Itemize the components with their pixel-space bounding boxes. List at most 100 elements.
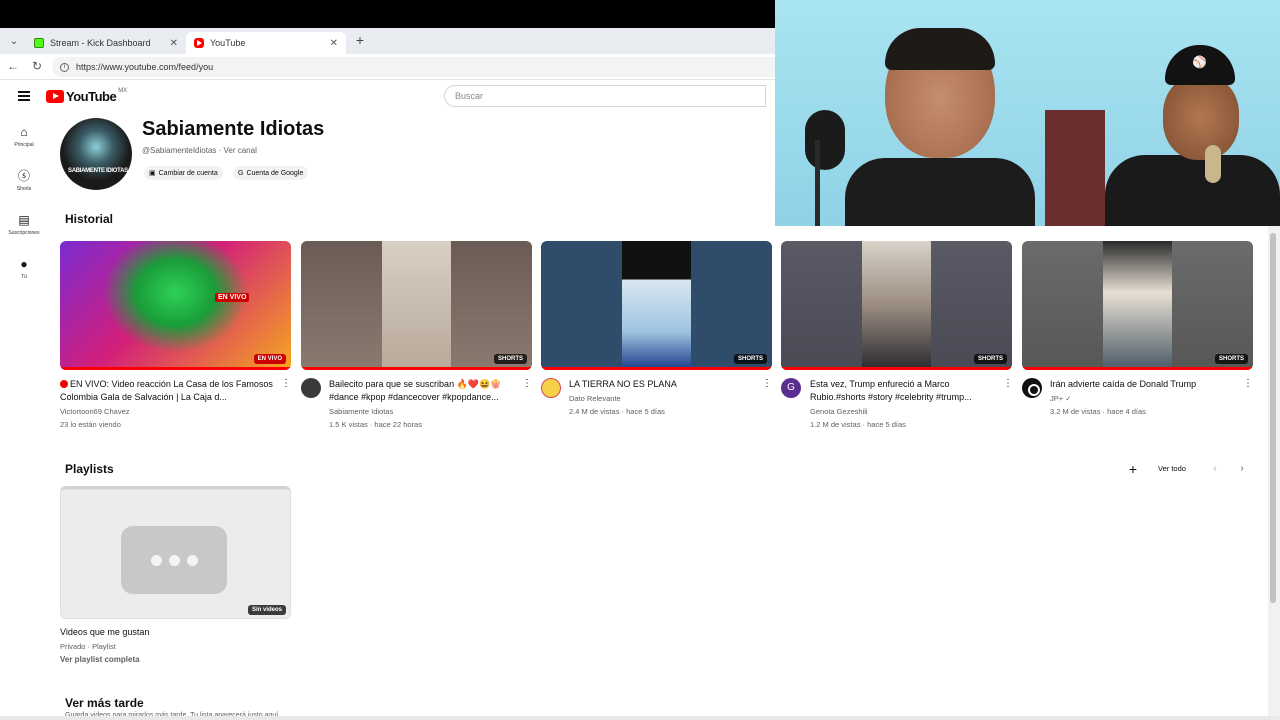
video-thumbnail[interactable]: SHORTS [301,241,532,370]
more-options-icon[interactable]: ⋮ [281,379,291,389]
video-title-link[interactable]: Irán advierte caída de Donald Trump [1050,378,1238,404]
window-titlebar [0,0,775,28]
switch-account-button[interactable]: ▣ Cambiar de cuenta [144,166,223,180]
watch-progress-bar [1022,367,1253,370]
reload-icon[interactable]: ↻ [29,59,45,73]
more-options-icon[interactable]: ⋮ [762,379,772,389]
home-icon: ⌂ [20,124,28,139]
thumbnail-image [381,241,452,370]
guide-item-subscriptions[interactable]: ▤ Suscripciones [0,202,48,246]
guide-item-shorts[interactable]: ⓢ Shorts [0,158,48,202]
video-meta: 2.4 M de vistas · hace 5 días [569,407,665,416]
watch-progress-bar [301,367,532,370]
google-account-label: Cuenta de Google [246,169,304,177]
chevron-right-icon[interactable]: › [1234,461,1250,477]
face [1163,75,1239,160]
thumbnail-image [621,241,692,370]
playlist-thumbnail[interactable]: Sin videos [60,486,291,619]
avatar-logo-text: SABIAMENTE IDIOTAS [68,168,128,174]
cap-logo-icon: ⚾ [1192,55,1207,69]
scrollbar-thumb[interactable] [1270,233,1276,603]
video-thumbnail[interactable]: SHORTS [1022,241,1253,370]
page-scrollbar[interactable] [1268,225,1280,720]
watch-progress-bar [541,367,772,370]
playlists-title[interactable]: Playlists [65,462,114,476]
switch-account-icon: ▣ [149,170,156,177]
channel-avatar[interactable] [541,378,561,398]
bottom-edge [0,716,1280,720]
view-full-playlist-link[interactable]: Ver playlist completa [60,655,140,664]
video-title-link[interactable]: Esta vez, Trump enfureció a Marco Rubio.… [810,378,998,404]
video-title-link[interactable]: EN VIVO: Video reacción La Casa de los F… [60,378,280,404]
video-channel-link[interactable]: Victortoon69 Chavez [60,405,130,418]
channel-avatar[interactable]: SABIAMENTE IDIOTAS [60,118,132,190]
google-account-button[interactable]: G Cuenta de Google [233,166,309,180]
streamer-left [845,28,1035,226]
video-channel-link[interactable]: Sabiamente Idiotas [329,405,393,418]
video-meta: 3.2 M de vistas · hace 4 días [1050,407,1146,416]
video-channel-link[interactable]: Genota Gezeshili [810,405,868,418]
live-label: EN VIVO [215,293,250,302]
watch-later-title[interactable]: Ver más tarde [65,696,144,710]
new-tab-icon[interactable]: + [352,32,368,48]
close-icon[interactable]: ✕ [330,38,338,49]
guide-item-you[interactable]: ● Tú [0,246,48,290]
video-title-link[interactable]: Bailecito para que se suscriban 🔥❤️😆🍿 #d… [329,378,517,404]
mic-stand [815,140,820,226]
video-channel-link[interactable]: Dato Relevante [569,392,621,405]
region-code: MX [118,87,128,94]
video-channel-link[interactable]: JP+ ✓ [1050,392,1072,405]
youtube-logo[interactable]: YouTube MX [46,87,128,104]
video-thumbnail[interactable]: SHORTS [541,241,772,370]
video-thumbnail[interactable]: EN VIVO EN VIVO [60,241,291,370]
more-options-icon[interactable]: ⋮ [1003,379,1013,389]
torso [1105,155,1280,226]
playlist-title-link[interactable]: Videos que me gustan [60,627,149,637]
guide-item-home[interactable]: ⌂ Principal [0,114,48,158]
empty-playlist-icon [121,526,227,594]
address-bar: ← ↻ i https://www.youtube.com/feed/you [0,54,775,80]
back-arrow-icon[interactable]: ← [5,59,21,73]
history-title[interactable]: Historial [65,212,113,226]
youtube-favicon-icon [194,38,204,48]
channel-avatar[interactable]: G [781,378,801,398]
tab-youtube[interactable]: YouTube ✕ [186,32,346,54]
shorts-badge: SHORTS [973,354,1007,364]
thumbnail-image [861,241,932,370]
hair [885,28,995,70]
search-input[interactable]: Buscar [444,85,766,107]
tab-search-icon[interactable]: ⌄ [6,34,22,50]
logo-text: YouTube [66,89,117,104]
switch-account-label: Cambiar de cuenta [158,169,218,177]
mini-guide: ⌂ Principal ⓢ Shorts ▤ Suscripciones ● T… [0,114,48,290]
channel-handle-link[interactable]: @SabiamenteIdiotas · Ver canal [142,146,257,155]
handheld-microphone-icon [1205,145,1221,183]
channel-avatar[interactable] [1022,378,1042,398]
guide-item-label: Suscripciones [8,229,40,236]
site-info-icon[interactable]: i [60,62,69,72]
webcam-overlay: ⚾ [775,0,1280,226]
tab-label: YouTube [210,38,246,48]
channel-avatar[interactable] [301,378,321,398]
watch-progress-bar [781,367,1012,370]
url-field[interactable]: i https://www.youtube.com/feed/you [52,57,775,77]
shorts-badge: SHORTS [1214,354,1248,364]
tab-strip: ⌄ Stream - Kick Dashboard ✕ YouTube ✕ [0,28,775,54]
live-dot-icon [60,380,68,388]
kick-favicon-icon [34,38,44,48]
tab-label: Stream - Kick Dashboard [50,38,151,48]
streamer-right: ⚾ [1055,45,1280,226]
close-icon[interactable]: ✕ [170,38,178,49]
chevron-left-icon[interactable]: ‹ [1207,461,1223,477]
video-thumbnail[interactable]: SHORTS [781,241,1012,370]
menu-icon[interactable] [18,91,30,101]
tab-kick-dashboard[interactable]: Stream - Kick Dashboard ✕ [26,32,186,54]
add-playlist-icon[interactable]: + [1126,461,1140,477]
view-all-button[interactable]: Ver todo [1150,461,1194,477]
thumbnail-image [83,241,268,370]
shorts-badge: SHORTS [733,354,767,364]
more-options-icon[interactable]: ⋮ [522,379,532,389]
more-options-icon[interactable]: ⋮ [1243,379,1253,389]
video-title-text: EN VIVO: Video reacción La Casa de los F… [60,379,273,402]
shorts-icon: ⓢ [17,168,30,183]
